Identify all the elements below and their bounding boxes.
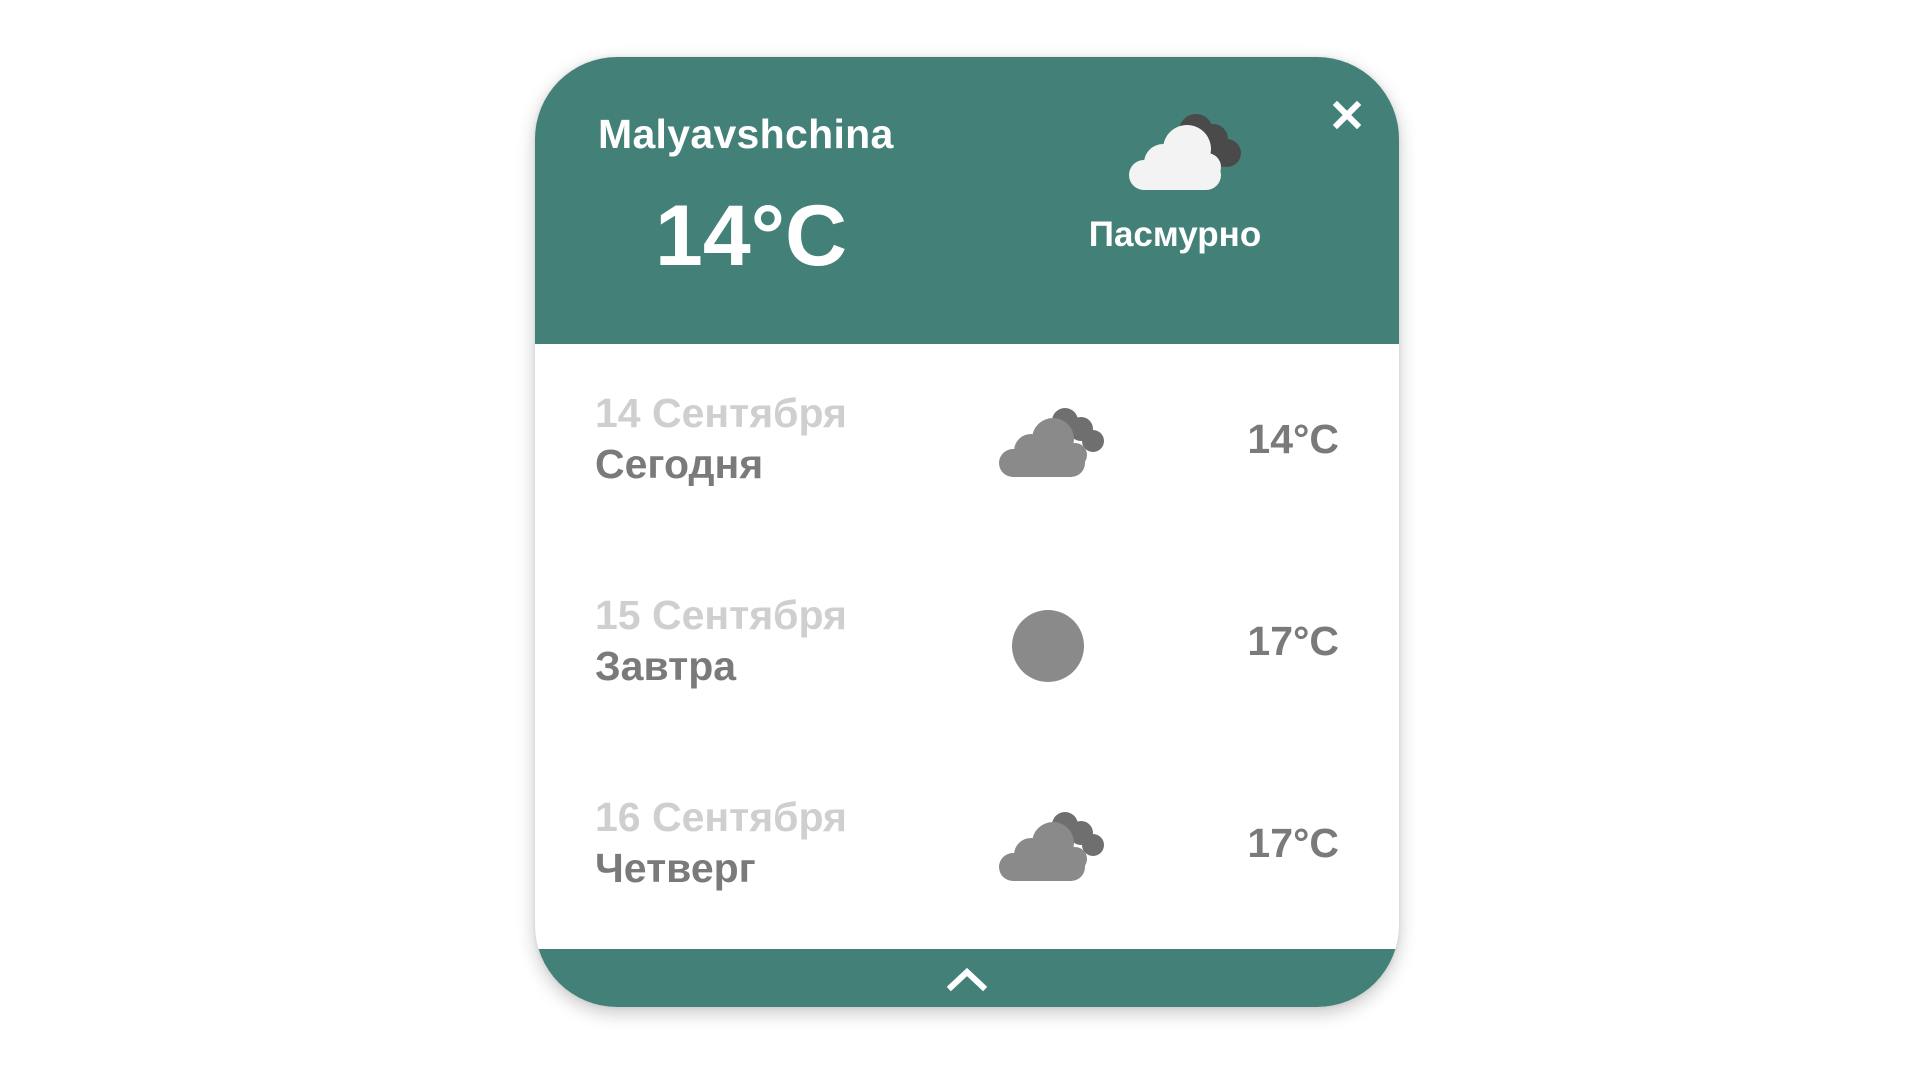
chevron-up-icon[interactable] (942, 963, 992, 993)
forecast-day: Завтра (595, 643, 737, 689)
weather-widget: Malyavshchina 14°C Пасмурно 14 Сентября … (535, 57, 1399, 1007)
forecast-date: 15 Сентября (595, 592, 847, 638)
forecast-row: 14 Сентября Сегодня 14°C (535, 344, 1399, 546)
forecast-date: 14 Сентября (595, 390, 847, 436)
current-temperature: 14°C (655, 188, 848, 284)
city-name: Malyavshchina (598, 111, 894, 157)
forecast-temperature: 17°C (1247, 618, 1339, 664)
forecast-row: 15 Сентября Завтра 17°C (535, 546, 1399, 748)
forecast-temperature: 17°C (1247, 820, 1339, 866)
close-icon[interactable] (1325, 93, 1369, 137)
collapse-bar[interactable] (535, 949, 1399, 1007)
current-condition: Пасмурно (1088, 215, 1262, 254)
overcast-cloud-icon (1129, 114, 1241, 190)
cloud-icon (999, 408, 1104, 477)
forecast-day: Сегодня (595, 441, 764, 487)
forecast-day: Четверг (595, 845, 756, 891)
forecast-date: 16 Сентября (595, 794, 847, 840)
forecast-row: 16 Сентября Четверг 17°C (535, 748, 1399, 950)
cloud-icon (999, 812, 1104, 881)
sun-icon (1012, 610, 1084, 682)
weather-header: Malyavshchina 14°C Пасмурно (535, 57, 1399, 344)
forecast-list: 14 Сентября Сегодня 14°C 15 Сентября Зав… (535, 344, 1399, 949)
forecast-temperature: 14°C (1247, 416, 1339, 462)
